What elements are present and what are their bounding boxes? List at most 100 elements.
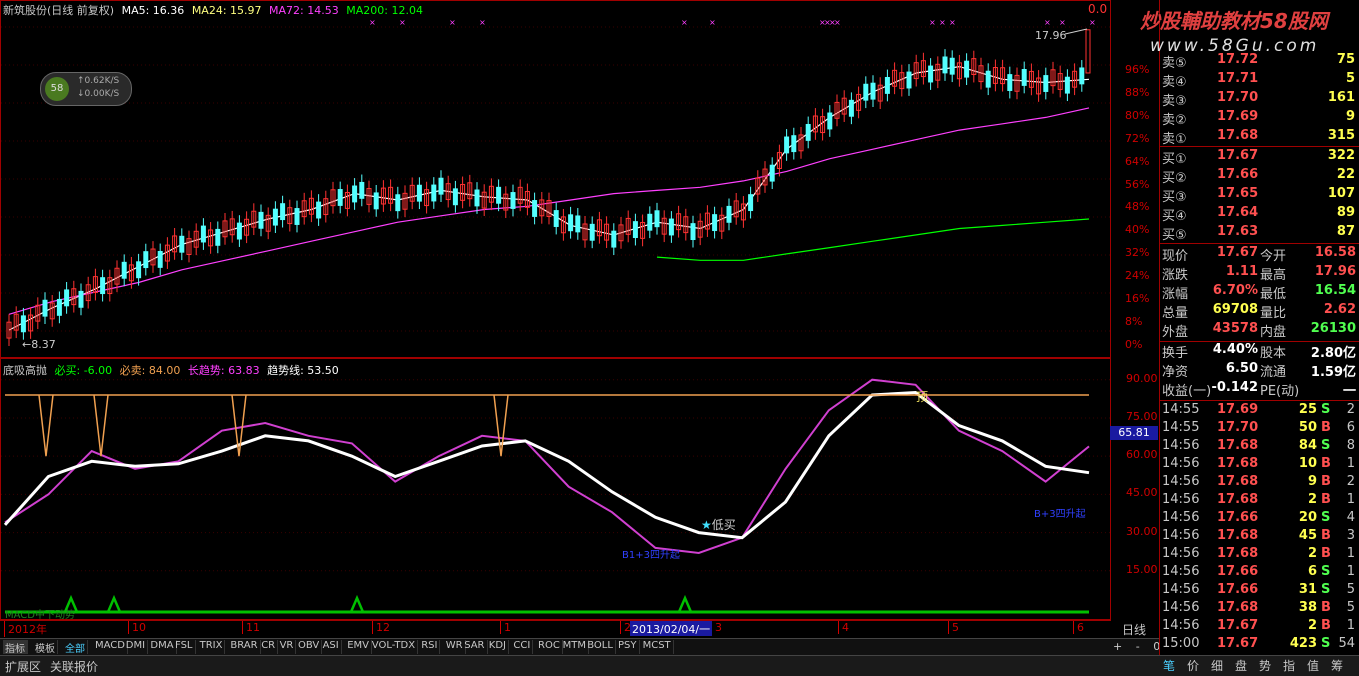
stats-row: 换手 4.40% 股本 2.80亿 xyxy=(1160,342,1359,361)
time-cursor-label: 2013/02/04/一 xyxy=(630,621,713,636)
price-axis-tick: 40% xyxy=(1125,223,1150,237)
tab-vr[interactable]: VR xyxy=(278,640,297,654)
price-axis-tick: 48% xyxy=(1125,200,1150,214)
order-book-price: 17.72 xyxy=(1217,52,1259,67)
tick-time: 14:56 xyxy=(1162,528,1200,543)
tab-rsi[interactable]: RSI xyxy=(419,640,441,654)
tab-roc[interactable]: ROC xyxy=(536,640,563,654)
signal-mark: × xyxy=(399,18,406,27)
order-book-price: 17.68 xyxy=(1217,128,1259,144)
tab-obv[interactable]: OBV xyxy=(296,640,323,654)
tick-count: 1 xyxy=(1346,546,1355,561)
tick-price: 17.68 xyxy=(1217,492,1259,507)
tab-vol-tdx[interactable]: VOL-TDX xyxy=(370,640,419,654)
tab-extension-area[interactable]: 扩展区 xyxy=(5,658,41,675)
tab-related-quotes[interactable]: 关联报价 xyxy=(50,658,98,675)
price-chart-panel: × × × × × × × × × × × × × × × × xyxy=(0,0,1111,358)
stats-value: 17.67 xyxy=(1216,245,1258,260)
tab-cr[interactable]: CR xyxy=(259,640,279,654)
price-axis-tick: 64% xyxy=(1125,154,1150,168)
tick-time: 14:55 xyxy=(1162,402,1200,417)
tick-price: 17.68 xyxy=(1217,438,1259,453)
side-tab[interactable]: 笔 xyxy=(1163,657,1175,674)
tab-dmi[interactable]: DMI xyxy=(124,640,149,654)
tick-volume: 423 xyxy=(1289,636,1317,651)
candle-body xyxy=(280,203,286,221)
stats-label: PE(动) xyxy=(1260,384,1300,399)
tick-count: 54 xyxy=(1338,636,1355,651)
candle-body xyxy=(416,184,422,202)
stats-label: 最高 xyxy=(1260,268,1287,283)
candle-body xyxy=(791,135,797,153)
tick-side: B xyxy=(1321,528,1331,543)
low-price-value: 8.37 xyxy=(31,338,56,351)
order-book-row: 买⑤ 17.63 87 xyxy=(1160,224,1359,243)
tab-asi[interactable]: ASI xyxy=(321,640,342,654)
tick-row: 14:55 17.69 25 S 2 xyxy=(1160,402,1359,420)
macd-spike xyxy=(677,594,693,613)
tick-side: B xyxy=(1321,492,1331,507)
stock-title: 新筑股份(日线 前复权) xyxy=(3,4,115,17)
order-book-label: 买③ xyxy=(1162,189,1187,205)
tab-全部[interactable]: 全部 xyxy=(63,640,88,655)
tick-volume: 25 xyxy=(1298,402,1317,417)
stats-value: -0.142 xyxy=(1211,380,1258,395)
tick-side: S xyxy=(1321,402,1331,417)
tick-count: 2 xyxy=(1346,402,1355,417)
ticks-divider xyxy=(1160,400,1359,401)
side-tab[interactable]: 细 xyxy=(1211,657,1223,674)
signal-mark: × xyxy=(449,18,456,27)
tab-controls: + - 0 xyxy=(1113,640,1160,653)
tick-count: 8 xyxy=(1346,438,1355,453)
tab-boll[interactable]: BOLL xyxy=(585,640,616,654)
candle-body xyxy=(884,76,890,94)
zoom-in-button[interactable]: + xyxy=(1113,640,1122,653)
stats-value: 16.58 xyxy=(1314,245,1356,260)
zoom-out-button[interactable]: - xyxy=(1136,640,1140,653)
tab-fsl[interactable]: FSL xyxy=(173,640,196,654)
tab-brar[interactable]: BRAR xyxy=(228,640,261,654)
tab-kdj[interactable]: KDJ xyxy=(487,640,510,654)
tab-模板[interactable]: 模板 xyxy=(33,640,58,655)
side-tab[interactable]: 盘 xyxy=(1235,657,1247,674)
price-axis-tick: 0% xyxy=(1125,337,1143,351)
price-axis-tick: 96% xyxy=(1125,63,1150,76)
tick-time: 14:56 xyxy=(1162,546,1200,561)
side-tab[interactable]: 价 xyxy=(1187,657,1199,674)
changqushi-label: 长趋势: 63.83 xyxy=(187,364,260,377)
side-tab[interactable]: 筹 xyxy=(1331,657,1343,674)
time-axis-label: 10 xyxy=(128,621,146,634)
tab-mcst[interactable]: MCST xyxy=(641,640,674,654)
tick-price: 17.69 xyxy=(1217,402,1259,417)
tick-time: 14:56 xyxy=(1162,618,1200,633)
stats-row: 涨跌 1.11 最高 17.96 xyxy=(1160,264,1359,283)
time-axis-label: 12 xyxy=(372,621,390,634)
tab-macd[interactable]: MACD xyxy=(93,640,128,654)
side-tab[interactable]: 指 xyxy=(1283,657,1295,674)
tab-cci[interactable]: CCI xyxy=(511,640,534,654)
tab-emv[interactable]: EMV xyxy=(345,640,372,654)
stats-value: 2.80亿 xyxy=(1310,346,1356,361)
signal-mark: × xyxy=(709,18,716,27)
order-book-volume: 161 xyxy=(1327,90,1355,106)
candle-body xyxy=(143,251,149,269)
side-tab[interactable]: 值 xyxy=(1307,657,1319,674)
side-tab[interactable]: 势 xyxy=(1259,657,1271,674)
tab-trix[interactable]: TRIX xyxy=(198,640,226,654)
tick-row: 14:55 17.70 50 B 6 xyxy=(1160,420,1359,438)
tick-volume: 20 xyxy=(1298,510,1317,525)
candle-body xyxy=(452,188,458,206)
order-book-row: 买③ 17.65 107 xyxy=(1160,186,1359,205)
tab-指标[interactable]: 指标 xyxy=(3,640,28,655)
stats-row: 净资 6.50 流通 1.59亿 xyxy=(1160,361,1359,380)
tab-sar[interactable]: SAR xyxy=(462,640,488,654)
indicator-axis-tick: 15.00 xyxy=(1126,562,1158,576)
badge-down: ↓0.00K/S xyxy=(77,89,120,99)
macd-spike xyxy=(106,594,122,613)
order-book-row: 卖④ 17.71 5 xyxy=(1160,71,1359,90)
order-book-label: 卖③ xyxy=(1162,94,1187,110)
stats-label: 换手 xyxy=(1162,346,1189,361)
tab-psy[interactable]: PSY xyxy=(616,640,640,654)
candle-body xyxy=(431,184,437,202)
time-axis-label: 3 xyxy=(711,621,722,634)
